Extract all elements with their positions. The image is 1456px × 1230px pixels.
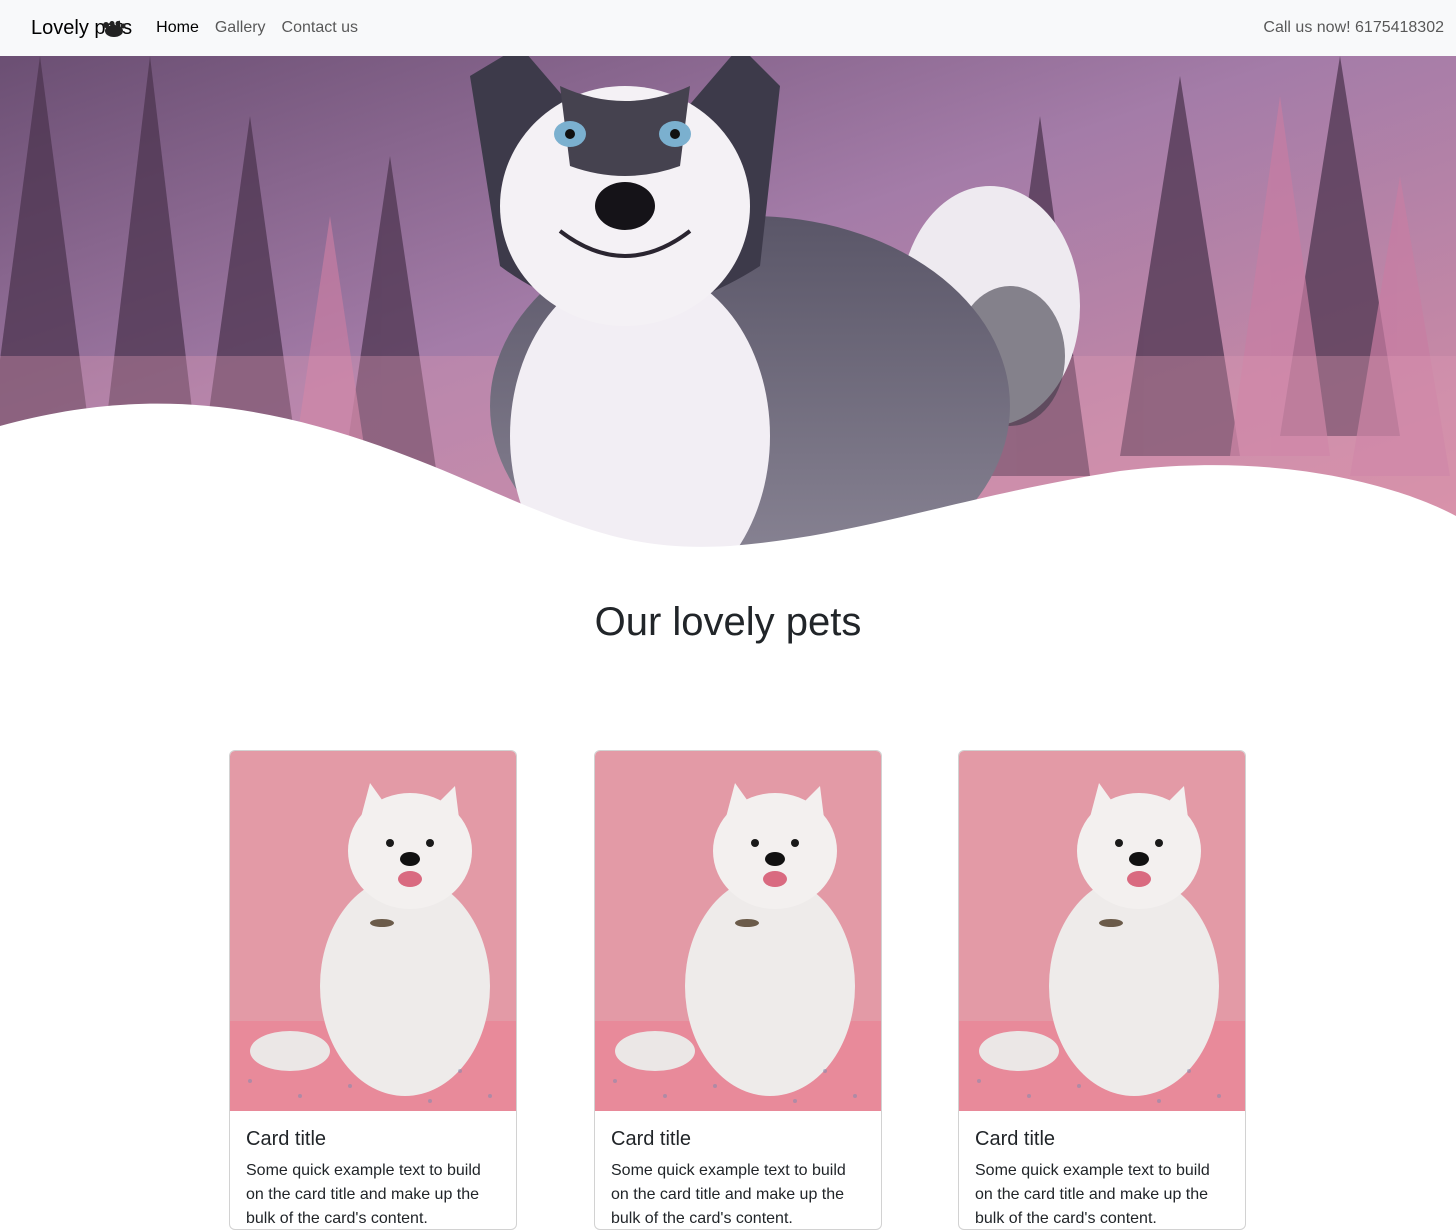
brand-link[interactable]: Lovely pets	[31, 17, 132, 40]
card-samoyed-image	[595, 751, 881, 1111]
nav-link-home[interactable]: Home	[156, 19, 199, 37]
card-title: Card title	[975, 1128, 1056, 1150]
card-text: Some quick example text to build on the …	[246, 1162, 481, 1227]
nav-link-contact[interactable]: Contact us	[282, 19, 358, 37]
navbar: Lovely pets Home Gallery Contact us Call…	[0, 0, 1456, 56]
nav-links: Home Gallery Contact us	[156, 19, 374, 37]
paw-logo-icon	[103, 20, 126, 37]
card-text: Some quick example text to build on the …	[611, 1162, 846, 1227]
card-samoyed-image	[230, 751, 516, 1111]
card-grid: Card title Some quick example text to bu…	[229, 750, 1246, 1230]
pet-card: Card title Some quick example text to bu…	[229, 750, 517, 1230]
card-title: Card title	[246, 1128, 327, 1150]
pet-card: Card title Some quick example text to bu…	[594, 750, 882, 1230]
phone-number: Call us now! 6175418302	[1263, 19, 1444, 36]
card-samoyed-image	[959, 751, 1245, 1111]
card-text: Some quick example text to build on the …	[975, 1162, 1210, 1227]
hero-wave-divider	[0, 403, 1456, 548]
card-title: Card title	[611, 1128, 692, 1150]
section-title: Our lovely pets	[594, 600, 862, 644]
nav-link-gallery[interactable]: Gallery	[215, 19, 266, 37]
card-body: Card title Some quick example text to bu…	[230, 1111, 516, 1229]
card-body: Card title Some quick example text to bu…	[959, 1111, 1245, 1229]
card-body: Card title Some quick example text to bu…	[595, 1111, 881, 1229]
pet-card: Card title Some quick example text to bu…	[958, 750, 1246, 1230]
hero-banner	[0, 56, 1456, 548]
